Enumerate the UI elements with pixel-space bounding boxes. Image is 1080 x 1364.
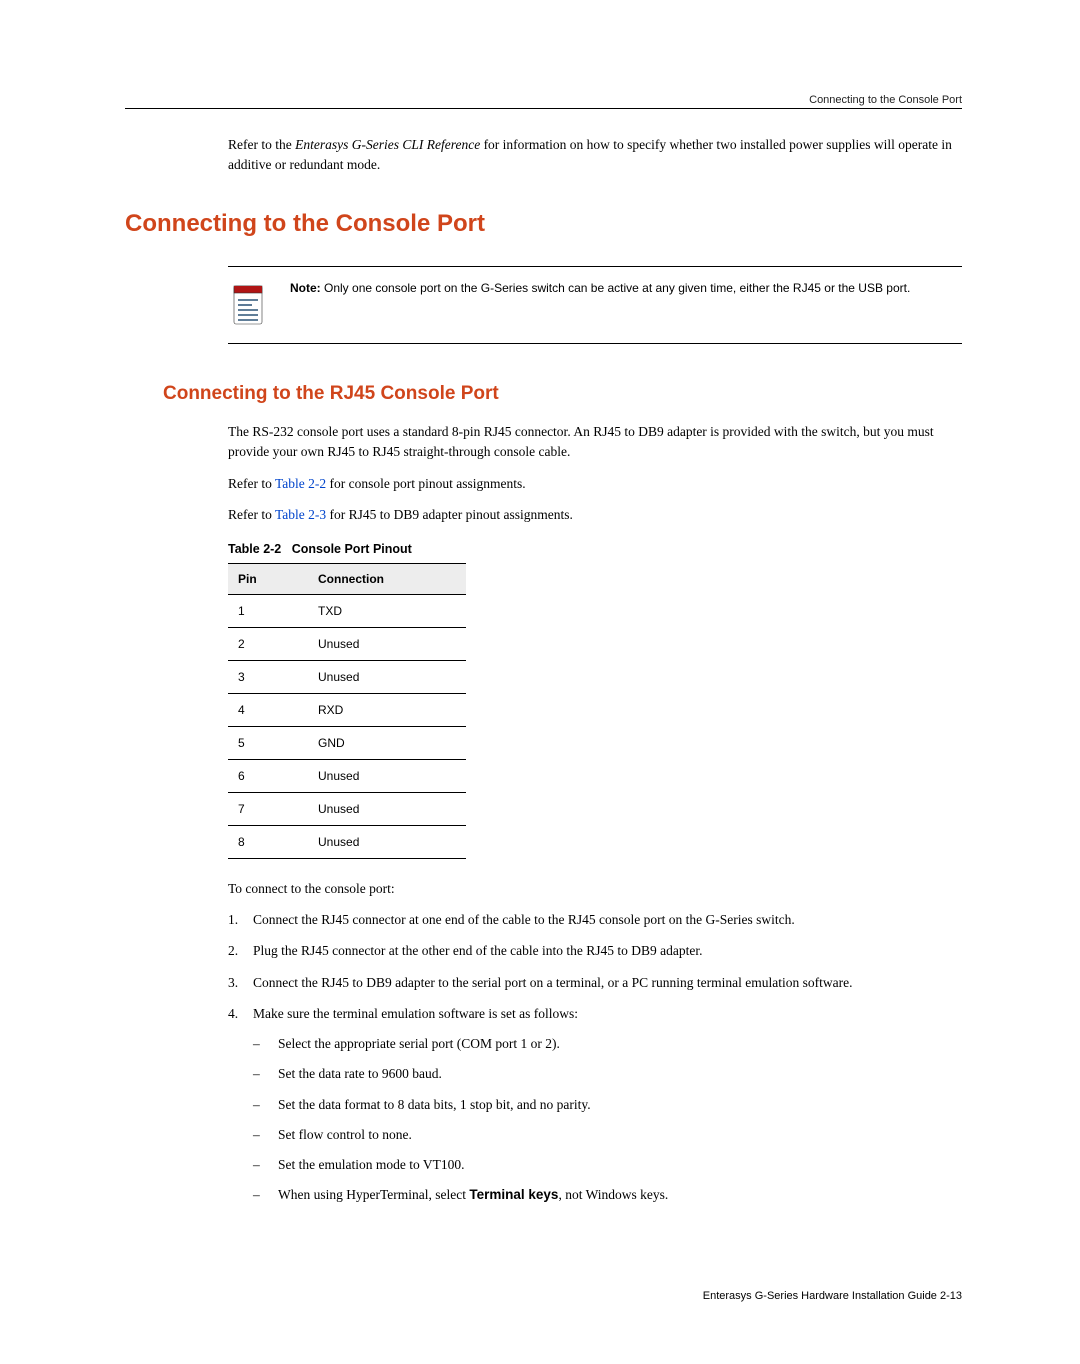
cell-connection: Unused <box>308 627 466 660</box>
col-header-pin: Pin <box>228 563 308 594</box>
sub-item-f: When using HyperTerminal, select Termina… <box>253 1185 962 1205</box>
intro-italic: Enterasys G-Series CLI Reference <box>295 137 480 152</box>
note-text: Note: Only one console port on the G-Ser… <box>290 280 910 297</box>
cell-connection: TXD <box>308 594 466 627</box>
cell-connection: Unused <box>308 759 466 792</box>
table-caption: Table 2-2 Console Port Pinout <box>228 540 962 559</box>
cell-connection: Unused <box>308 792 466 825</box>
cell-pin: 2 <box>228 627 308 660</box>
sub-list: Select the appropriate serial port (COM … <box>253 1034 962 1206</box>
table-2-2-link[interactable]: Table 2-2 <box>275 476 326 491</box>
cell-pin: 5 <box>228 726 308 759</box>
sub-item-c: Set the data format to 8 data bits, 1 st… <box>253 1095 962 1115</box>
cell-pin: 4 <box>228 693 308 726</box>
cell-pin: 1 <box>228 594 308 627</box>
note-icon <box>228 280 268 330</box>
table-row: 7Unused <box>228 792 466 825</box>
header-rule <box>125 108 962 109</box>
p3-suffix: for RJ45 to DB9 adapter pinout assignmen… <box>326 507 573 522</box>
steps-list: Connect the RJ45 connector at one end of… <box>228 910 962 1206</box>
paragraph-2: Refer to Table 2-2 for console port pino… <box>228 474 962 494</box>
intro-paragraph: Refer to the Enterasys G-Series CLI Refe… <box>228 135 962 176</box>
cell-pin: 3 <box>228 660 308 693</box>
cell-connection: Unused <box>308 825 466 858</box>
table-2-3-link[interactable]: Table 2-3 <box>275 507 326 522</box>
note-label: Note: <box>290 281 321 295</box>
table-row: 6Unused <box>228 759 466 792</box>
cell-connection: RXD <box>308 693 466 726</box>
step-4-text: Make sure the terminal emulation softwar… <box>253 1006 578 1021</box>
step-4: Make sure the terminal emulation softwar… <box>228 1004 962 1206</box>
table-row: 1TXD <box>228 594 466 627</box>
console-port-pinout-table: Pin Connection 1TXD 2Unused 3Unused 4RXD… <box>228 563 466 859</box>
note-body: Only one console port on the G-Series sw… <box>321 281 911 295</box>
cell-pin: 7 <box>228 792 308 825</box>
table-header-row: Pin Connection <box>228 563 466 594</box>
step-2: Plug the RJ45 connector at the other end… <box>228 941 962 961</box>
heading-1: Connecting to the Console Port <box>125 206 962 242</box>
sub-item-b: Set the data rate to 9600 baud. <box>253 1064 962 1084</box>
p3-prefix: Refer to <box>228 507 275 522</box>
cell-pin: 6 <box>228 759 308 792</box>
paragraph-4: To connect to the console port: <box>228 879 962 899</box>
running-header: Connecting to the Console Port <box>809 92 962 109</box>
table-row: 5GND <box>228 726 466 759</box>
table-caption-number: Table 2-2 <box>228 542 281 556</box>
cell-pin: 8 <box>228 825 308 858</box>
intro-prefix: Refer to the <box>228 137 295 152</box>
paragraph-1: The RS-232 console port uses a standard … <box>228 422 962 463</box>
paragraph-3: Refer to Table 2-3 for RJ45 to DB9 adapt… <box>228 505 962 525</box>
table-caption-title: Console Port Pinout <box>292 542 412 556</box>
table-row: 8Unused <box>228 825 466 858</box>
sub-f-bold: Terminal keys <box>469 1187 558 1202</box>
step-3: Connect the RJ45 to DB9 adapter to the s… <box>228 973 962 993</box>
step-1: Connect the RJ45 connector at one end of… <box>228 910 962 930</box>
p2-prefix: Refer to <box>228 476 275 491</box>
p2-suffix: for console port pinout assignments. <box>326 476 525 491</box>
cell-connection: Unused <box>308 660 466 693</box>
sub-f-suffix: , not Windows keys. <box>558 1187 668 1202</box>
table-row: 4RXD <box>228 693 466 726</box>
page-content: Refer to the Enterasys G-Series CLI Refe… <box>228 135 962 1206</box>
heading-2: Connecting to the RJ45 Console Port <box>163 380 962 409</box>
table-row: 2Unused <box>228 627 466 660</box>
sub-item-a: Select the appropriate serial port (COM … <box>253 1034 962 1054</box>
col-header-connection: Connection <box>308 563 466 594</box>
sub-f-prefix: When using HyperTerminal, select <box>278 1187 469 1202</box>
sub-item-d: Set flow control to none. <box>253 1125 962 1145</box>
note-box: Note: Only one console port on the G-Ser… <box>228 266 962 344</box>
page-footer: Enterasys G-Series Hardware Installation… <box>703 1288 962 1305</box>
table-row: 3Unused <box>228 660 466 693</box>
cell-connection: GND <box>308 726 466 759</box>
sub-item-e: Set the emulation mode to VT100. <box>253 1155 962 1175</box>
